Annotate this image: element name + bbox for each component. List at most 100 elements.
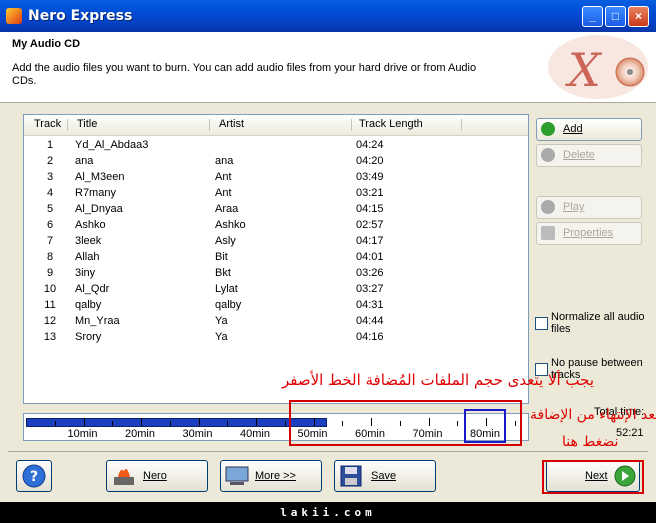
track-number: 4 [46,187,54,199]
track-artist: Bkt [215,267,231,279]
track-number: 9 [46,267,54,279]
track-title: Mn_Yraa [75,315,120,327]
table-row[interactable]: 12 Mn_Yraa Ya 04:44 [24,313,528,329]
capacity-tick [54,421,56,426]
normalize-checkbox[interactable] [535,317,548,330]
table-row[interactable]: 7 3leek Asly 04:17 [24,233,528,249]
minimize-button[interactable]: _ [582,6,603,27]
track-length: 04:31 [356,299,384,311]
capacity-tick [256,418,257,426]
track-number: 1 [46,139,54,151]
track-length: 04:01 [356,251,384,263]
table-row[interactable]: 10 Al_Qdr Lylat 03:27 [24,281,528,297]
delete-button[interactable]: Delete [536,144,642,167]
properties-button-label: Properties [563,227,614,239]
track-title: qalby [75,299,102,311]
track-number: 13 [43,331,57,343]
track-length: 03:26 [356,267,384,279]
track-title: Yd_Al_Abdaa3 [75,139,149,151]
more-button[interactable]: More >> [220,460,322,492]
track-length: 04:17 [356,235,384,247]
maximize-button[interactable]: □ [605,6,626,27]
track-artist: ana [215,155,234,167]
track-title: Allah [75,251,100,263]
track-artist: Ya [215,315,228,327]
track-length: 03:49 [356,171,384,183]
capacity-tick-label: 40min [240,428,270,440]
after-add-annotation-1: بعد الإنتهاء من الإضافة [530,407,656,423]
table-row[interactable]: 9 3iny Bkt 03:26 [24,265,528,281]
play-icon [541,200,555,214]
capacity-tick [169,421,171,426]
minus-icon [541,148,555,162]
column-title[interactable]: Title [77,118,97,130]
capacity-tick [112,421,114,426]
column-separator [461,119,462,131]
track-artist: Ya [215,331,228,343]
capacity-tick [83,418,85,426]
column-track[interactable]: Track [34,118,61,130]
max-capacity-highlight-box [464,409,506,443]
add-button[interactable]: Add [536,118,642,141]
column-artist[interactable]: Artist [219,118,244,130]
track-list-header: Track Title Artist Track Length [24,115,528,136]
track-length: 04:24 [356,139,384,151]
nero-button[interactable]: Nero [106,460,208,492]
separator [8,451,648,452]
floppy-disk-icon [340,465,362,487]
track-length: 03:27 [356,283,384,295]
table-row[interactable]: 4 R7many Ant 03:21 [24,185,528,201]
track-title: Al_Qdr [75,283,110,295]
track-artist: Bit [215,251,228,263]
table-row[interactable]: 6 Ashko Ashko 02:57 [24,217,528,233]
track-artist: Asly [215,235,236,247]
track-artist: Ant [215,171,232,183]
table-row[interactable]: 1 Yd_Al_Abdaa3 04:24 [24,137,528,153]
table-row[interactable]: 2 ana ana 04:20 [24,153,528,169]
save-button[interactable]: Save [334,460,436,492]
delete-button-label: Delete [563,149,595,161]
save-button-label: Save [371,470,397,482]
table-row[interactable]: 8 Allah Bit 04:01 [24,249,528,265]
plus-icon [541,122,555,136]
capacity-tick-label: 30min [182,428,213,440]
track-number: 6 [46,219,54,231]
track-artist: Ashko [215,219,246,231]
column-track-length[interactable]: Track Length [359,118,423,130]
after-add-annotation-2: نضغط هنا [562,434,619,450]
table-row[interactable]: 3 Al_M3een Ant 03:49 [24,169,528,185]
track-list[interactable]: Track Title Artist Track Length 1 Yd_Al_A… [23,114,529,404]
more-button-label: More >> [255,470,296,482]
column-separator [351,119,352,131]
capacity-tick [227,421,229,426]
help-button[interactable]: ? [16,460,52,492]
track-number: 12 [43,315,57,327]
total-time-value: 52:21 [616,427,644,439]
close-button[interactable]: × [628,6,649,27]
table-row[interactable]: 13 Srory Ya 04:16 [24,329,528,345]
capacity-tick-label: 20min [125,428,155,440]
properties-button[interactable]: Properties [536,222,642,245]
track-title: Srory [75,331,102,343]
computer-icon [225,466,249,485]
track-length: 04:15 [356,203,384,215]
play-button-label: Play [563,201,585,213]
track-length: 04:44 [356,315,384,327]
table-row[interactable]: 11 qalby qalby 04:31 [24,297,528,313]
properties-icon [541,226,555,240]
watermark: lakii.com [0,502,656,523]
title-bar[interactable]: Nero Express _ □ × [0,0,656,32]
play-button[interactable]: Play [536,196,642,219]
add-button-label: Add [563,123,583,135]
track-length: 02:57 [356,219,384,231]
track-number: 11 [44,299,56,311]
capacity-tick [284,421,286,426]
window-title: Nero Express [28,8,133,24]
table-row[interactable]: 5 Al_Dnyaa Araa 04:15 [24,201,528,217]
nero-express-window: Nero Express _ □ × My Audio CD Add the a… [0,0,656,502]
track-number: 10 [43,283,57,295]
track-length: 04:16 [356,331,384,343]
track-artist: Araa [215,203,239,215]
nero-button-label: Nero [143,470,167,482]
track-length: 03:21 [356,187,384,199]
